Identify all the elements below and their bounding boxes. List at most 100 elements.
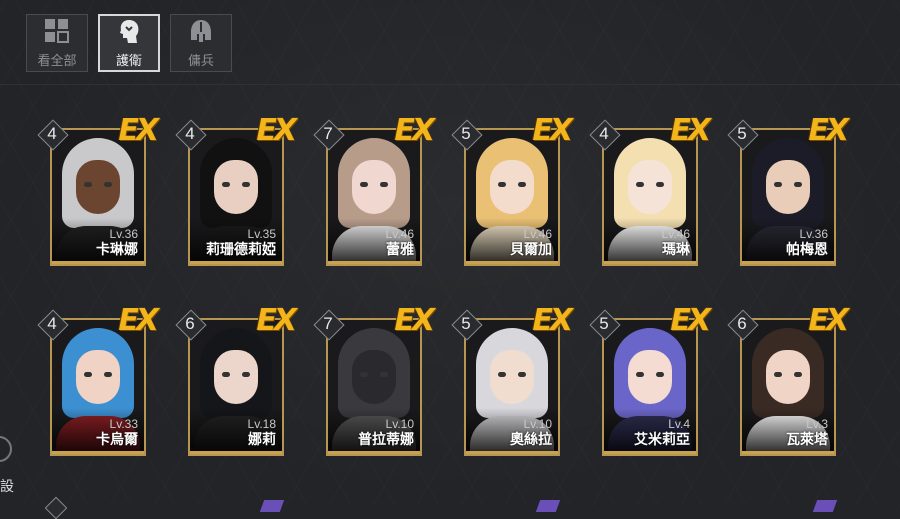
- grid-icon: [45, 18, 69, 43]
- rank-number: 4: [47, 124, 57, 143]
- helmet-icon: [191, 19, 211, 42]
- character-name: 貝爾加: [510, 241, 552, 257]
- rarity-bar: [52, 451, 144, 454]
- character-card[interactable]: Lv.33 卡烏爾 4 EX: [37, 304, 159, 456]
- portrait-frame: Lv.4 艾米莉亞: [602, 318, 698, 456]
- portrait-frame: Lv.10 普拉蒂娜: [326, 318, 422, 456]
- rank-badge: 5: [451, 119, 483, 151]
- portrait-frame: Lv.46 貝爾加: [464, 128, 560, 266]
- rank-badge: 4: [589, 119, 621, 151]
- next-row-badge-peek: [259, 496, 286, 512]
- character-card[interactable]: Lv.46 蕾雅 7 EX: [313, 114, 435, 266]
- ex-badge-icon: EX: [394, 303, 435, 338]
- ex-badge-icon: EX: [532, 303, 573, 338]
- rarity-bar: [742, 451, 834, 454]
- character-name: 艾米莉亞: [634, 431, 690, 447]
- ex-badge-icon: EX: [532, 113, 573, 148]
- portrait-frame: Lv.33 卡烏爾: [50, 318, 146, 456]
- rank-number: 5: [461, 314, 471, 333]
- rank-number: 4: [599, 124, 609, 143]
- character-name: 普拉蒂娜: [358, 431, 414, 447]
- tab-mercenary[interactable]: 傭兵: [170, 14, 232, 72]
- rarity-bar: [604, 451, 696, 454]
- ex-badge-icon: EX: [670, 303, 711, 338]
- character-card[interactable]: Lv.10 奧絲拉 5 EX: [451, 304, 573, 456]
- portrait-frame: Lv.36 卡琳娜: [50, 128, 146, 266]
- header-divider: [0, 84, 900, 85]
- rarity-bar: [190, 451, 282, 454]
- portrait-frame: Lv.46 瑪琳: [602, 128, 698, 266]
- ex-badge-icon: EX: [670, 113, 711, 148]
- portrait-frame: Lv.46 蕾雅: [326, 128, 422, 266]
- next-row-badge-peek: [812, 496, 839, 512]
- rank-badge: 5: [727, 119, 759, 151]
- character-name: 卡琳娜: [96, 241, 138, 257]
- character-card[interactable]: Lv.10 普拉蒂娜 7 EX: [313, 304, 435, 456]
- rank-badge: 4: [175, 119, 207, 151]
- rank-badge: 5: [451, 309, 483, 341]
- rank-number: 5: [737, 124, 747, 143]
- rarity-bar: [52, 261, 144, 264]
- character-card[interactable]: Lv.18 娜莉 6 EX: [175, 304, 297, 456]
- rank-badge: 6: [175, 309, 207, 341]
- rank-badge: 4: [37, 119, 69, 151]
- tab-all[interactable]: 看全部: [26, 14, 88, 72]
- rank-number: 7: [323, 124, 333, 143]
- rank-number: 4: [185, 124, 195, 143]
- ex-badge-icon: EX: [808, 113, 849, 148]
- ex-badge-icon: EX: [256, 303, 297, 338]
- ex-badge-icon: EX: [118, 303, 159, 338]
- tab-guardian[interactable]: 護衛: [98, 14, 160, 72]
- portrait-frame: Lv.3 瓦萊塔: [740, 318, 836, 456]
- next-row-rank-peek: [44, 496, 68, 519]
- portrait-frame: Lv.10 奧絲拉: [464, 318, 560, 456]
- ex-badge-icon: EX: [808, 303, 849, 338]
- next-row-badge-peek: [535, 496, 562, 512]
- character-card[interactable]: Lv.36 卡琳娜 4 EX: [37, 114, 159, 266]
- rarity-bar: [328, 451, 420, 454]
- rarity-bar: [466, 261, 558, 264]
- rarity-bar: [190, 261, 282, 264]
- rarity-bar: [742, 261, 834, 264]
- character-name: 娜莉: [248, 431, 276, 447]
- character-name: 瓦萊塔: [786, 431, 828, 447]
- rank-number: 6: [185, 314, 195, 333]
- character-name: 卡烏爾: [96, 431, 138, 447]
- rank-number: 5: [461, 124, 471, 143]
- rarity-bar: [466, 451, 558, 454]
- portrait-frame: Lv.18 娜莉: [188, 318, 284, 456]
- character-name: 蕾雅: [386, 241, 414, 257]
- rank-badge: 7: [313, 309, 345, 341]
- character-name: 奧絲拉: [510, 431, 552, 447]
- character-card[interactable]: Lv.3 瓦萊塔 6 EX: [727, 304, 849, 456]
- tab-guardian-label: 護衛: [115, 52, 142, 68]
- rank-number: 7: [323, 314, 333, 333]
- filter-tabs: 看全部 護衛 傭兵: [26, 14, 232, 72]
- ex-badge-icon: EX: [118, 113, 159, 148]
- character-card[interactable]: Lv.35 莉珊德莉婭 4 EX: [175, 114, 297, 266]
- portrait-frame: Lv.36 帕梅恩: [740, 128, 836, 266]
- character-name: 瑪琳: [662, 241, 690, 257]
- rarity-bar: [604, 261, 696, 264]
- character-card[interactable]: Lv.4 艾米莉亞 5 EX: [589, 304, 711, 456]
- rank-number: 5: [599, 314, 609, 333]
- rank-number: 4: [47, 314, 57, 333]
- tab-all-label: 看全部: [37, 52, 77, 68]
- head-icon: [120, 19, 139, 43]
- character-card[interactable]: Lv.36 帕梅恩 5 EX: [727, 114, 849, 266]
- character-name: 莉珊德莉婭: [206, 241, 276, 257]
- rank-badge: 7: [313, 119, 345, 151]
- ex-badge-icon: EX: [394, 113, 435, 148]
- portrait-frame: Lv.35 莉珊德莉婭: [188, 128, 284, 266]
- rank-badge: 6: [727, 309, 759, 341]
- side-button-label: 設: [0, 478, 14, 494]
- rank-badge: 5: [589, 309, 621, 341]
- character-card[interactable]: Lv.46 瑪琳 4 EX: [589, 114, 711, 266]
- rank-badge: 4: [37, 309, 69, 341]
- rank-number: 6: [737, 314, 747, 333]
- character-card[interactable]: Lv.46 貝爾加 5 EX: [451, 114, 573, 266]
- ex-badge-icon: EX: [256, 113, 297, 148]
- character-name: 帕梅恩: [786, 241, 828, 257]
- tab-mercenary-label: 傭兵: [187, 52, 214, 68]
- rarity-bar: [328, 261, 420, 264]
